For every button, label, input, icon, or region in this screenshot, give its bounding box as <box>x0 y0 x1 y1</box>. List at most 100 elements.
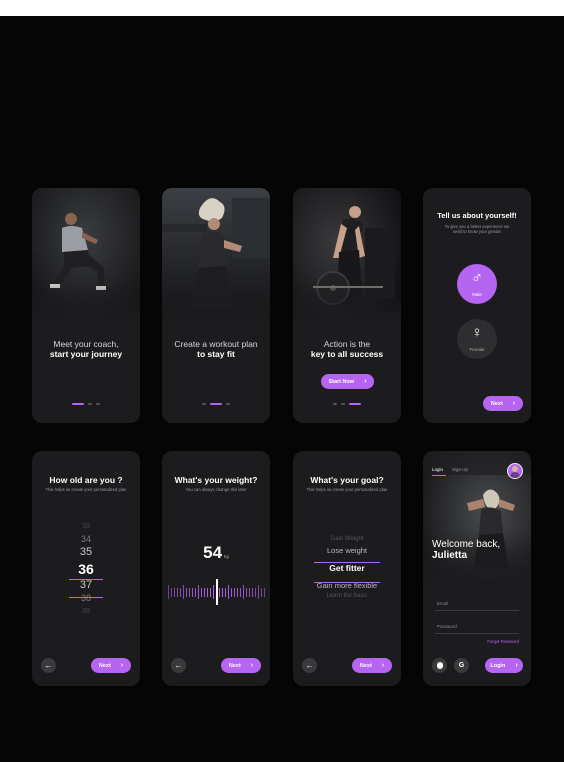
female-label: Female <box>469 347 485 352</box>
login-screen: Login Sign Up Welcome back, Julietta Ema… <box>423 451 531 686</box>
next-label: Next <box>359 662 372 669</box>
ruler-tick <box>258 585 259 599</box>
next-button[interactable]: Next › <box>352 658 392 673</box>
goal-selected[interactable]: Get fitter <box>293 557 401 579</box>
age-option[interactable]: 34 <box>32 533 140 546</box>
ruler-tick <box>207 587 208 597</box>
goal-screen: What's your goal? This helps us create y… <box>293 451 401 686</box>
next-label: Next <box>228 662 241 669</box>
forgot-password-link[interactable]: Forgot Password <box>487 639 519 644</box>
ruler-tick <box>255 587 256 597</box>
age-option[interactable]: 33 <box>32 520 140 533</box>
avatar[interactable] <box>507 463 523 479</box>
age-option[interactable]: 39 <box>32 605 140 618</box>
apple-login-button[interactable] <box>432 658 447 673</box>
page-title: Tell us about yourself! <box>437 211 517 220</box>
weight-readout: 54 kg <box>162 543 270 563</box>
selection-line-top <box>314 562 380 563</box>
weight-ruler[interactable] <box>168 577 265 607</box>
ruler-tick <box>243 585 244 599</box>
page-indicator <box>162 403 270 405</box>
back-button[interactable]: ← <box>171 658 186 673</box>
ruler-tick <box>222 587 223 597</box>
back-button[interactable]: ← <box>302 658 317 673</box>
page-title: What's your goal? <box>310 475 384 485</box>
onboarding-caption: Meet your coach, start your journey <box>32 339 140 359</box>
ruler-tick <box>186 587 187 597</box>
chevron-right-icon: › <box>381 662 385 669</box>
selection-line-top <box>69 579 103 580</box>
next-button[interactable]: Next › <box>483 396 523 411</box>
ruler-tick <box>237 587 238 597</box>
gender-screen: Tell us about yourself! To give you a be… <box>423 188 531 423</box>
onboarding-caption: Create a workout plan to stay fit <box>162 339 270 359</box>
goal-option[interactable]: Gain Weight <box>293 535 401 544</box>
chevron-right-icon: › <box>120 662 124 669</box>
indicator-dot <box>202 403 206 405</box>
ruler-tick <box>225 587 226 597</box>
page-subtitle: This helps us create your personalized p… <box>306 487 388 492</box>
age-picker[interactable]: 33 34 35 36 37 38 39 <box>32 520 140 618</box>
ruler-tick <box>261 587 262 597</box>
next-button[interactable]: Next › <box>221 658 261 673</box>
chevron-right-icon: › <box>250 662 254 669</box>
age-option[interactable]: 37 <box>32 579 140 592</box>
tab-login[interactable]: Login <box>432 467 443 472</box>
email-field[interactable]: Email <box>437 601 448 606</box>
arrow-left-icon: ← <box>44 661 53 670</box>
page-indicator <box>32 403 140 405</box>
indicator-dot <box>88 403 92 405</box>
coach-photo <box>32 188 140 323</box>
caption-line-2: key to all success <box>310 349 384 359</box>
ruler-tick <box>228 585 229 599</box>
google-login-button[interactable]: G <box>454 658 469 673</box>
indicator-dot <box>333 403 337 405</box>
chevron-right-icon: › <box>364 378 367 385</box>
onboarding-screen-1: Meet your coach, start your journey <box>32 188 140 423</box>
tab-indicator <box>432 475 446 476</box>
ruler-tick <box>195 587 196 597</box>
page-indicator <box>293 403 401 405</box>
tab-signup[interactable]: Sign Up <box>452 467 468 472</box>
goal-option[interactable]: Learn the basic <box>293 592 401 601</box>
ruler-tick <box>174 587 175 597</box>
page-subtitle: This helps us create your personalized p… <box>45 487 127 492</box>
goal-option[interactable]: Lose weight <box>293 544 401 557</box>
indicator-dot <box>72 403 84 405</box>
goal-option[interactable]: Gain more flexible <box>293 579 401 592</box>
age-option[interactable]: 35 <box>32 546 140 559</box>
female-option[interactable]: ♀ Female <box>457 319 497 359</box>
ruler-tick <box>189 587 190 597</box>
password-underline <box>435 633 519 634</box>
start-now-label: Start Now <box>328 378 355 385</box>
ruler-tick <box>249 587 250 597</box>
next-button[interactable]: Next › <box>91 658 131 673</box>
ruler-tick <box>180 587 181 597</box>
ruler-tick <box>234 587 235 597</box>
email-underline <box>435 610 519 611</box>
ruler-tick <box>204 587 205 597</box>
goal-picker[interactable]: Gain Weight Lose weight Get fitter Gain … <box>293 535 401 601</box>
ruler-tick <box>177 587 178 597</box>
back-button[interactable]: ← <box>41 658 56 673</box>
age-option[interactable]: 38 <box>32 592 140 605</box>
login-label: Login <box>490 662 506 669</box>
caption-line-2: start your journey <box>49 349 123 359</box>
onboarding-caption: Action is the key to all success <box>293 339 401 359</box>
ruler-tick <box>213 585 214 599</box>
start-now-button[interactable]: Start Now › <box>321 374 374 389</box>
password-field[interactable]: Password <box>437 624 457 629</box>
selection-line-bottom <box>69 597 103 598</box>
next-label: Next <box>98 662 111 669</box>
ruler-tick <box>246 587 247 597</box>
indicator-dot <box>341 403 345 405</box>
female-icon: ♀ <box>471 324 483 341</box>
ruler-tick <box>231 587 232 597</box>
ruler-tick <box>210 587 211 597</box>
ruler-marker <box>216 579 218 605</box>
login-button[interactable]: Login › <box>485 658 523 673</box>
age-selected[interactable]: 36 <box>32 559 140 579</box>
ruler-tick <box>198 585 199 599</box>
male-option[interactable]: ♂ Male <box>457 264 497 304</box>
ruler-tick <box>264 587 265 597</box>
